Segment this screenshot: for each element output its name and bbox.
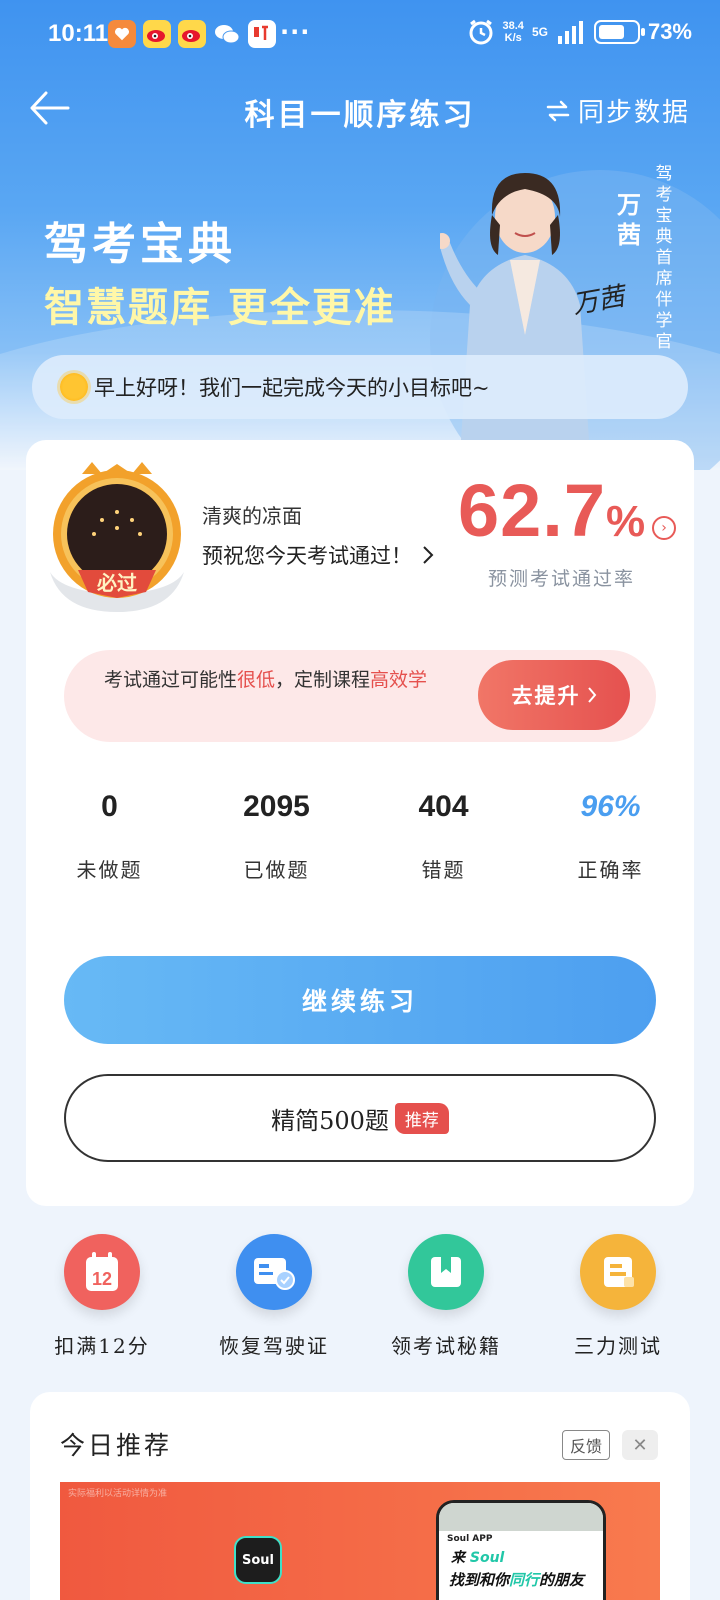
ad-disclaimer: 实际福利以活动详情为准 (68, 1489, 168, 1499)
network-speed: 38.4 K/s (502, 20, 524, 44)
sync-label: 同步数据 (577, 98, 690, 128)
weibo-icon (143, 20, 171, 48)
improve-label: 去提升 (511, 684, 581, 708)
continue-practice-button[interactable]: 继续练习 (64, 956, 656, 1044)
pass-rate-value: 62.7 (458, 469, 607, 552)
entry-label: 扣满12分 (54, 1334, 150, 1358)
sync-data-button[interactable]: 同步数据 (546, 92, 690, 129)
must-pass-badge: 必过 (50, 462, 184, 612)
stat-label: 未做题 (76, 858, 143, 882)
greeting-bar: 早上好呀！我们一起完成今天的小目标吧~ (32, 355, 688, 419)
license-check-icon (236, 1234, 312, 1310)
ting-app-icon (248, 20, 276, 48)
heart-app-icon (108, 20, 136, 48)
alarm-icon (469, 19, 493, 45)
wish-text: 预祝您今天考试通过！ (202, 544, 412, 568)
wechat-icon (213, 20, 241, 48)
weibo-icon-2 (178, 20, 206, 48)
improve-tip: 考试通过可能性很低，定制课程高效学 去提升 (64, 650, 656, 742)
entry-label: 三力测试 (574, 1334, 662, 1358)
stat-accuracy: 96% 正确率 (527, 790, 694, 883)
stat-value: 2095 (243, 790, 310, 823)
soul-logo-icon: Soul (234, 1536, 282, 1584)
chevron-right-icon (587, 687, 596, 703)
spokesperson-role: 驾考宝典首席伴学官 (655, 164, 673, 352)
entry-label: 领考试秘籍 (391, 1334, 501, 1358)
pass-rate: 62.7% (458, 468, 645, 553)
stat-undone[interactable]: 0 未做题 (26, 790, 193, 883)
stat-label: 错题 (421, 858, 466, 882)
stat-done[interactable]: 2095 已做题 (193, 790, 360, 883)
pass-rate-label: 预测考试通过率 (488, 568, 636, 590)
status-bar: 10:11 ··· 38.4 K/s 5G 73% (0, 0, 720, 70)
stat-label: 已做题 (243, 858, 310, 882)
wish-link[interactable]: 预祝您今天考试通过！ (202, 540, 434, 570)
entry-three-ability-test[interactable]: 三力测试 (538, 1234, 698, 1359)
pass-rate-unit: % (606, 497, 646, 546)
more-notifications: ··· (280, 18, 311, 46)
recommend-tag: 推荐 (394, 1102, 449, 1134)
stat-wrong[interactable]: 404 错题 (360, 790, 527, 883)
progress-card: 必过 清爽的凉面 预祝您今天考试通过！ 62.7% › 预测考试通过率 考试通过… (26, 440, 694, 1206)
network-type: 5G (531, 25, 548, 39)
improve-button[interactable]: 去提升 (478, 660, 630, 730)
ad-line-1: 来 Soul (451, 1550, 505, 1566)
recommend-title: 今日推荐 (60, 1431, 173, 1460)
status-right: 38.4 K/s 5G 73% (467, 18, 692, 46)
book-icon (408, 1234, 484, 1310)
ad-line-2: 找到和你同行的朋友 (449, 1571, 585, 1589)
stat-label: 正确率 (577, 858, 644, 882)
feedback-button[interactable]: 反馈 (562, 1430, 610, 1460)
entry-restore-license[interactable]: 恢复驾驶证 (194, 1234, 354, 1359)
entry-label: 恢复驾驶证 (219, 1334, 329, 1358)
quick-entries: 12 扣满12分 恢复驾驶证 领考试秘籍 三力测试 (0, 1234, 720, 1359)
sync-icon (546, 100, 570, 121)
badge-text: 必过 (96, 571, 137, 595)
stats-row: 0 未做题 2095 已做题 404 错题 96% 正确率 (26, 790, 694, 883)
ad-phone-mockup: Soul APP 来 Soul 找到和你同行的朋友 (436, 1500, 606, 1600)
notification-icons (108, 20, 276, 48)
refined-500-button[interactable]: 精简500题 推荐 (64, 1074, 656, 1162)
stat-value: 0 (101, 790, 118, 823)
battery-percent: 73% (647, 19, 692, 44)
spokesperson-name: 万茜 (617, 191, 641, 249)
sun-icon (60, 373, 88, 401)
ad-app-tag: Soul APP (447, 1534, 493, 1544)
ad-banner[interactable]: 实际福利以活动详情为准 Soul Soul APP 来 Soul 找到和你同行的… (60, 1482, 660, 1600)
tip-text: 考试通过可能性很低，定制课程高效学 (104, 669, 428, 691)
entry-exam-tips[interactable]: 领考试秘籍 (366, 1234, 526, 1359)
pass-rate-detail-button[interactable]: › (652, 516, 676, 540)
calendar-12-icon: 12 (64, 1234, 140, 1310)
refined-label: 精简500题 (271, 1106, 389, 1135)
user-nickname: 清爽的凉面 (202, 504, 302, 528)
svg-text:12: 12 (92, 1269, 112, 1289)
status-time: 10:11 (48, 20, 109, 47)
battery-icon (593, 20, 645, 44)
entry-12-points[interactable]: 12 扣满12分 (22, 1234, 182, 1359)
signal-icon (557, 21, 583, 44)
stat-value: 404 (418, 790, 469, 823)
document-icon (580, 1234, 656, 1310)
top-nav: 科目一顺序练习 同步数据 (0, 78, 720, 138)
today-recommend-card: 今日推荐 反馈 ✕ 实际福利以活动详情为准 Soul Soul APP 来 So… (30, 1392, 690, 1600)
chevron-right-icon (423, 546, 434, 564)
stat-value: 96% (580, 790, 641, 823)
close-ad-button[interactable]: ✕ (622, 1430, 658, 1460)
brand-slogan: 智慧题库 更全更准 (44, 285, 396, 331)
greeting-text: 早上好呀！我们一起完成今天的小目标吧~ (94, 376, 490, 400)
brand-title: 驾考宝典 (44, 219, 236, 270)
